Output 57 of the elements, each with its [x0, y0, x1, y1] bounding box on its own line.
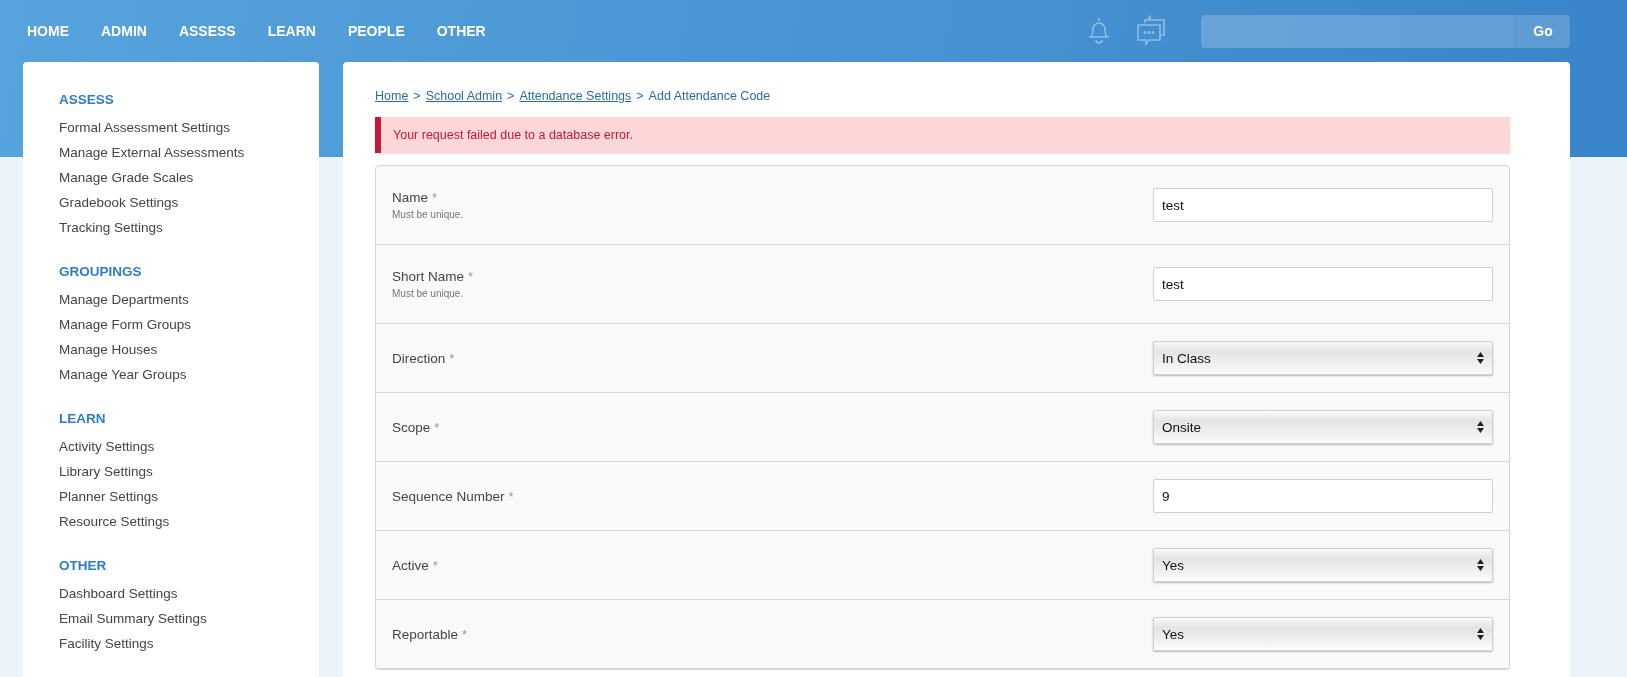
required-marker: *	[468, 269, 474, 284]
required-marker: *	[432, 557, 438, 573]
sidebar-link[interactable]: Email Summary Settings	[59, 606, 207, 631]
updown-arrows-icon	[1477, 421, 1484, 433]
section-heading: GROUPINGS	[59, 264, 142, 279]
chat-icon[interactable]	[1135, 15, 1167, 47]
sidebar-link[interactable]: Manage External Assessments	[59, 140, 245, 165]
required-marker: *	[462, 626, 468, 642]
section-heading: ASSESS	[59, 92, 114, 107]
dropdown[interactable]: Yes	[1153, 617, 1493, 651]
sidebar-link[interactable]: Resource Settings	[59, 509, 170, 534]
sidebar-link[interactable]: Manage Houses	[59, 337, 158, 362]
sidebar-link[interactable]: Planner Settings	[59, 484, 159, 509]
sidebar-link[interactable]: Manage Year Groups	[59, 362, 187, 387]
sidebar-link[interactable]: Formal Assessment Settings	[59, 115, 231, 140]
sidebar-link[interactable]: Manage Grade Scales	[59, 165, 194, 190]
section-heading: LEARN	[59, 411, 106, 426]
text-field[interactable]: test	[1153, 188, 1493, 222]
dropdown[interactable]: In Class	[1153, 341, 1493, 375]
required-marker: *	[508, 488, 514, 504]
breadcrumb-link[interactable]: Attendance Settings	[519, 89, 632, 103]
error-message: Your request failed due to a database error.	[375, 117, 1510, 153]
breadcrumb-separator: >	[413, 89, 421, 103]
breadcrumb-current: Add Attendance Code	[648, 89, 771, 103]
dropdown[interactable]: Yes	[1153, 548, 1493, 582]
section-heading: OTHER	[59, 558, 107, 573]
field-label: Scope	[392, 419, 431, 435]
sidebar-link[interactable]: Gradebook Settings	[59, 190, 179, 215]
updown-arrows-icon	[1477, 628, 1484, 640]
breadcrumb-link[interactable]: School Admin	[425, 89, 503, 103]
breadcrumb-link[interactable]: Home	[375, 89, 409, 103]
breadcrumb-separator: >	[636, 89, 644, 103]
text-field[interactable]: test	[1153, 267, 1493, 301]
sidebar-link[interactable]: Manage Form Groups	[59, 312, 192, 337]
field-label: Sequence Number	[392, 488, 505, 504]
field-hint: Must be unique.	[392, 209, 464, 220]
field-label: Short Name	[392, 269, 465, 284]
sidebar-link[interactable]: Manage Departments	[59, 287, 189, 312]
field-hint: Must be unique.	[392, 288, 464, 299]
sidebar-link[interactable]: Facility Settings	[59, 631, 154, 656]
breadcrumb-separator: >	[507, 89, 515, 103]
sidebar-link[interactable]: Dashboard Settings	[59, 581, 178, 606]
field-label: Reportable	[392, 626, 459, 642]
updown-arrows-icon	[1477, 559, 1484, 571]
field-label: Direction	[392, 350, 446, 366]
updown-arrows-icon	[1477, 352, 1484, 364]
sidebar-link[interactable]: Library Settings	[59, 459, 153, 484]
required-marker: *	[434, 419, 440, 435]
sidebar-link[interactable]: Activity Settings	[59, 434, 155, 459]
sidebar-link[interactable]: Tracking Settings	[59, 215, 163, 240]
field-label: Active	[392, 557, 429, 573]
required-marker: *	[432, 190, 438, 205]
text-field[interactable]: 9	[1153, 479, 1493, 513]
dropdown[interactable]: Onsite	[1153, 410, 1493, 444]
required-marker: *	[449, 350, 455, 366]
field-label: Name	[392, 190, 428, 205]
search-field[interactable]	[1201, 14, 1515, 48]
